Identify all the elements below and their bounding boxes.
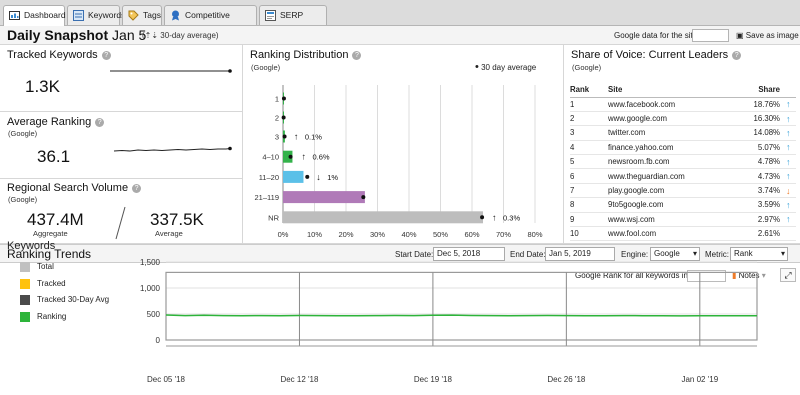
ranking-series-line[interactable] (165, 314, 758, 317)
y-tick-label: 0 (156, 336, 161, 345)
y-tick-label: 1,500 (140, 258, 161, 267)
x-tick-label: Dec 26 '18 (547, 375, 586, 384)
y-tick-label: 500 (147, 310, 161, 319)
total-series-outline (165, 271, 758, 341)
y-tick-label: 1,000 (140, 284, 161, 293)
x-tick-label: Dec 05 '18 (147, 375, 186, 384)
x-tick-label: Jan 02 '19 (681, 375, 718, 384)
x-tick-label: Dec 19 '18 (414, 375, 453, 384)
x-tick-label: Dec 12 '18 (280, 375, 319, 384)
keywords-trend-chart: 0 500 1,000 1,500 Dec 05 '18 Dec 12 '18 Dec 19… (140, 258, 758, 384)
